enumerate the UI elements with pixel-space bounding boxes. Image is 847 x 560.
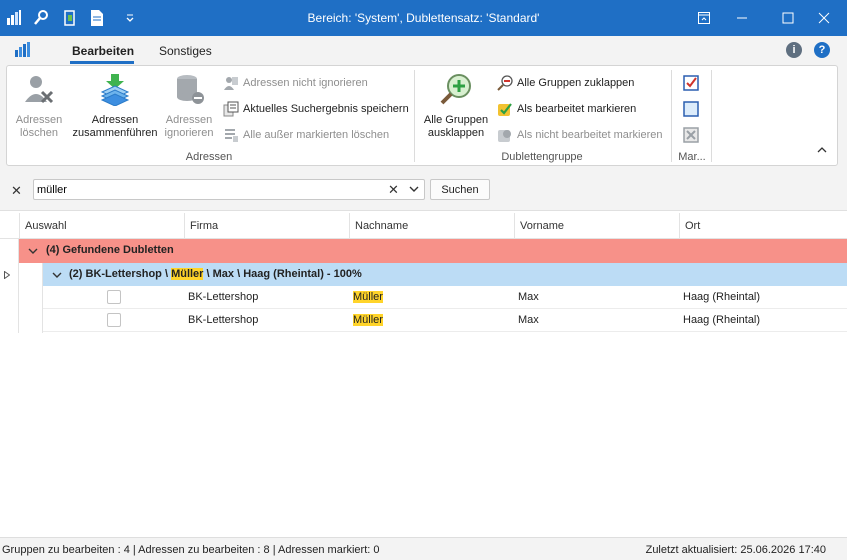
current-row-indicator-icon	[4, 270, 11, 280]
mark-processed-button[interactable]: Als bearbeitet markieren	[497, 100, 636, 118]
unmark-all-checkbox-button[interactable]	[683, 100, 703, 118]
delete-addresses-button[interactable]: Adressen löschen	[13, 72, 65, 140]
cell-nachname: Müller	[353, 291, 383, 303]
ignore-addresses-label: Adressen ignorieren	[164, 114, 214, 139]
expand-all-groups-label: Alle Gruppen ausklappen	[423, 114, 489, 139]
expand-chevron-icon[interactable]	[28, 246, 38, 256]
cross-box-icon	[683, 127, 699, 143]
group-label-adressen: Adressen	[185, 151, 233, 163]
column-header-ort[interactable]: Ort	[679, 213, 847, 239]
search-input[interactable]	[37, 181, 377, 198]
group-label-suffix: \ Max \ Haag (Rheintal) - 100%	[203, 268, 362, 280]
column-header-firma[interactable]: Firma	[184, 213, 350, 239]
save-result-icon	[223, 101, 239, 117]
cell-vorname: Max	[518, 291, 539, 303]
grid-header: Auswahl Firma Nachname Vorname Ort	[0, 213, 847, 239]
cell-firma: BK-Lettershop	[188, 291, 259, 303]
table-row[interactable]: BK-Lettershop Müller Max Haag (Rheintal)	[43, 286, 847, 309]
table-row[interactable]: BK-Lettershop Müller Max Haag (Rheintal)	[43, 309, 847, 332]
ignore-addresses-button[interactable]: Adressen ignorieren	[163, 72, 215, 140]
delete-all-but-marked-button[interactable]: Alle außer markierten löschen	[223, 126, 389, 144]
search-dropdown-icon[interactable]	[408, 183, 420, 195]
app-menu-icon[interactable]	[14, 42, 32, 58]
search-bar: ✕ ✕ Suchen	[0, 169, 847, 211]
search-field[interactable]: ✕	[33, 179, 425, 200]
title-bar: Bereich: 'System', Dublettensatz: 'Stand…	[0, 0, 847, 36]
group-separator	[414, 70, 415, 162]
minimize-button[interactable]	[719, 0, 765, 36]
info-icon[interactable]: i	[786, 42, 802, 58]
group-separator	[711, 70, 712, 162]
merge-addresses-button[interactable]: Adressen zusammenführen	[69, 72, 161, 140]
collapse-all-groups-label: Alle Gruppen zuklappen	[517, 77, 635, 89]
row-select-checkbox[interactable]	[107, 313, 121, 327]
column-header-auswahl[interactable]: Auswahl	[19, 213, 185, 239]
group-indent-gutter	[19, 263, 43, 333]
merge-stack-icon	[98, 74, 132, 109]
group-label-dublettengruppe: Dublettengruppe	[501, 151, 583, 163]
mark-unprocessed-label: Als nicht bearbeitet markieren	[517, 129, 663, 141]
mark-all-checkbox-button[interactable]	[683, 74, 703, 92]
expand-all-groups-button[interactable]: Alle Gruppen ausklappen	[421, 72, 491, 140]
not-ignore-addresses-button[interactable]: Adressen nicht ignorieren	[223, 74, 368, 92]
row-indicator-gutter	[0, 239, 19, 333]
ribbon-tab-bar: Bearbeiten Sonstiges i ?	[0, 36, 847, 64]
cell-ort: Haag (Rheintal)	[683, 314, 761, 326]
group-label-prefix: (2) BK-Lettershop \	[69, 268, 172, 280]
status-last-updated: Zuletzt aktualisiert: 25.06.2026 17:40	[645, 544, 826, 556]
close-search-icon[interactable]: ✕	[11, 183, 22, 199]
cell-vorname: Max	[518, 314, 539, 326]
ribbon-panel: Adressen löschen Adressen zusammenführen…	[6, 65, 838, 166]
list-delete-icon	[223, 127, 239, 143]
column-header-nachname[interactable]: Nachname	[349, 213, 515, 239]
people-icon	[223, 75, 239, 91]
search-button[interactable]: Suchen	[430, 179, 490, 200]
row-select-checkbox[interactable]	[107, 290, 121, 304]
save-search-result-button[interactable]: Aktuelles Suchergebnis speichern	[223, 100, 409, 118]
mark-unprocessed-button[interactable]: Als nicht bearbeitet markieren	[497, 126, 663, 144]
status-counts: Gruppen zu bearbeiten : 4 | Adressen zu …	[2, 544, 380, 556]
group-row-label: (4) Gefundene Dubletten	[46, 244, 174, 256]
search-highlight: Müller	[171, 268, 204, 280]
invert-mark-button[interactable]	[683, 126, 703, 144]
group-row-label: (2) BK-Lettershop \ Müller \ Max \ Haag …	[69, 268, 362, 280]
delete-addresses-label: Adressen löschen	[15, 114, 63, 139]
mark-processed-label: Als bearbeitet markieren	[517, 103, 637, 115]
collapse-ribbon-icon[interactable]	[817, 145, 827, 155]
database-ignore-icon	[172, 75, 206, 109]
delete-person-icon	[22, 76, 56, 109]
group-row-found-duplicates[interactable]: (4) Gefundene Dubletten	[19, 239, 847, 263]
delete-all-but-marked-label: Alle außer markierten löschen	[243, 129, 390, 141]
expand-chevron-icon[interactable]	[52, 270, 62, 280]
status-bar: Gruppen zu bearbeiten : 4 | Adressen zu …	[0, 537, 847, 560]
zoom-plus-icon	[439, 74, 473, 109]
close-button[interactable]	[801, 0, 847, 36]
group-label-markieren: Mar...	[678, 151, 706, 163]
merge-addresses-label: Adressen zusammenführen	[72, 114, 158, 139]
clear-search-icon[interactable]: ✕	[388, 182, 399, 198]
save-search-result-label: Aktuelles Suchergebnis speichern	[243, 103, 409, 115]
mark-processed-icon	[497, 101, 513, 117]
checked-box-icon	[683, 75, 699, 91]
cell-ort: Haag (Rheintal)	[683, 291, 761, 303]
help-icon[interactable]: ?	[814, 42, 830, 58]
empty-box-icon	[683, 101, 699, 117]
collapse-all-groups-button[interactable]: Alle Gruppen zuklappen	[497, 74, 634, 92]
cell-firma: BK-Lettershop	[188, 314, 259, 326]
mark-unprocessed-icon	[497, 127, 513, 143]
zoom-minus-icon	[497, 75, 513, 91]
tab-sonstiges[interactable]: Sonstiges	[159, 44, 212, 58]
group-row-duplicate-set[interactable]: (2) BK-Lettershop \ Müller \ Max \ Haag …	[43, 263, 847, 286]
group-separator	[671, 70, 672, 162]
tab-bearbeiten[interactable]: Bearbeiten	[72, 44, 134, 58]
cell-nachname: Müller	[353, 314, 383, 326]
not-ignore-addresses-label: Adressen nicht ignorieren	[243, 77, 368, 89]
column-header-vorname[interactable]: Vorname	[514, 213, 680, 239]
